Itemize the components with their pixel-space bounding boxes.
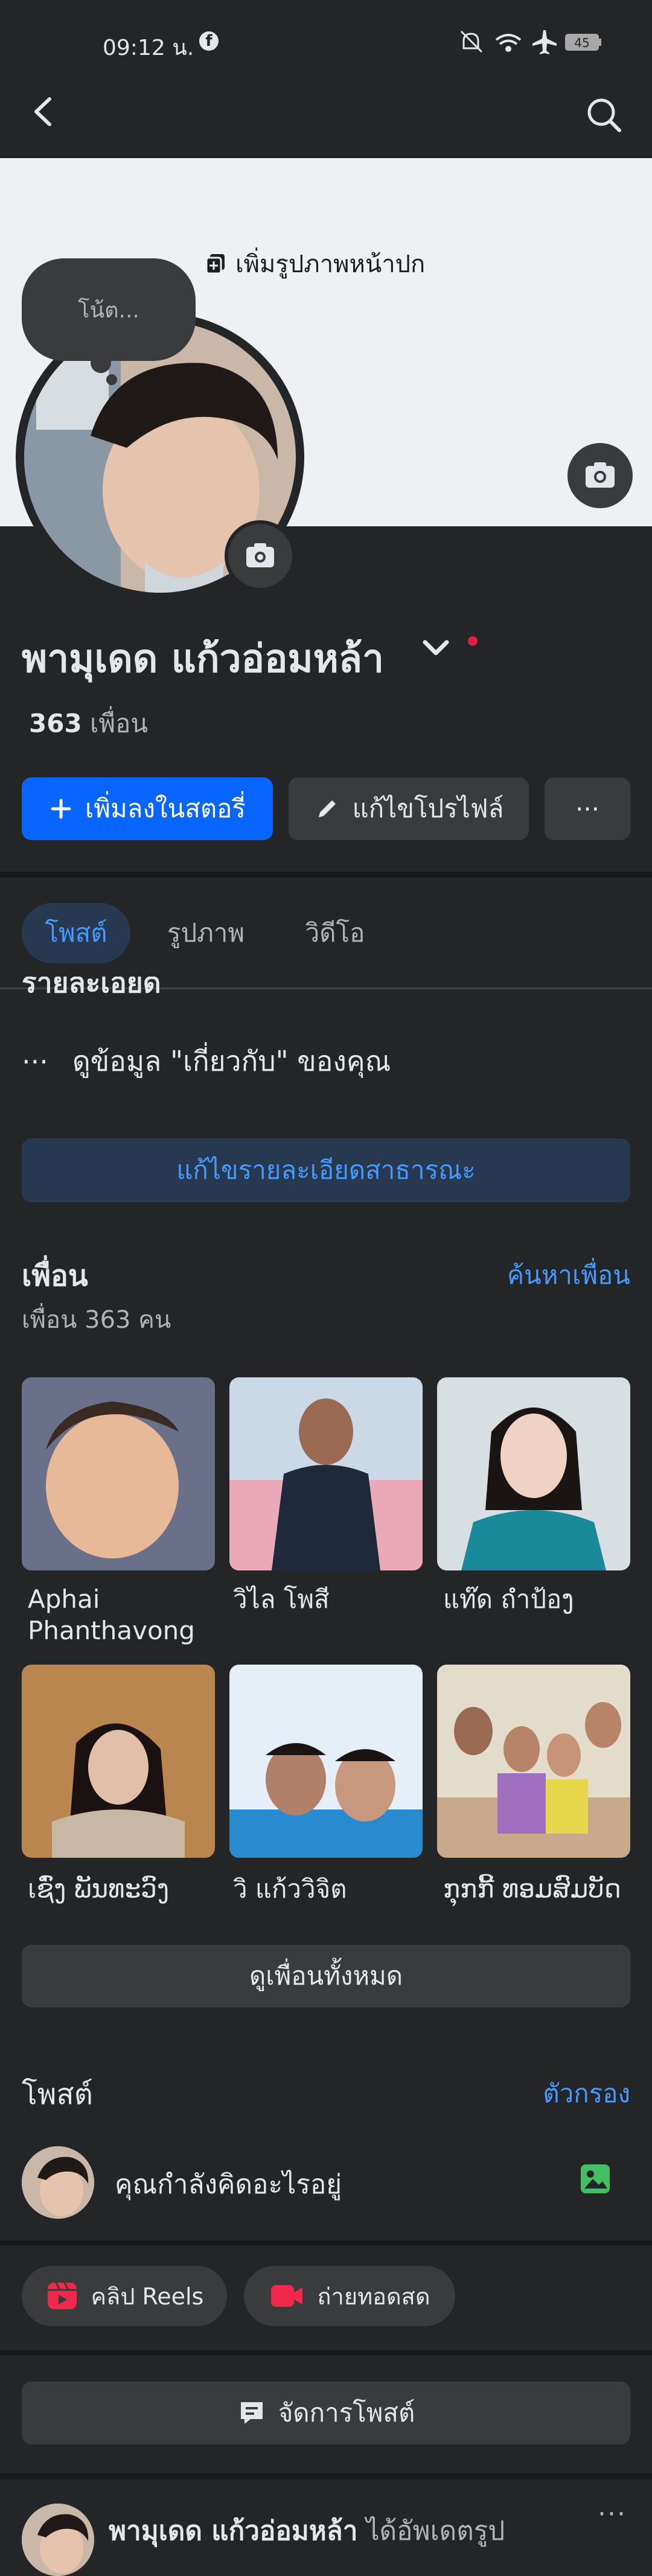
edit-public-details-label: แก้ไขรายละเอียดสาธารณะ [176,1155,476,1185]
composer-input[interactable]: คุณกำลังคิดอะไรอยู่ [115,2163,342,2205]
friends-count: 363 [29,709,82,738]
live-button[interactable]: ถ่ายทอดสด [244,2266,455,2326]
manage-posts-icon [240,2402,263,2424]
reels-icon [47,2282,77,2309]
about-label: ดูข้อมูล "เกี่ยวกับ" ของคุณ [72,1045,391,1077]
profile-name: พามุเดด แก้วอ่อมหล้า [22,637,384,681]
cover-camera-button[interactable] [565,441,635,511]
friend-photo[interactable] [437,1665,630,1858]
note-placeholder: โน้ต... [78,298,139,323]
add-cover-label: เพิ่มรูปภาพหน้าปก [235,250,426,278]
manage-posts-label: จัดการโพสต์ [278,2398,415,2428]
edit-public-details-button[interactable]: แก้ไขรายละเอียดสาธารณะ [22,1138,630,1202]
tab-photos[interactable]: รูปภาพ [149,903,263,963]
filter-link[interactable]: ตัวกรอง [543,2074,630,2114]
camera-icon [586,462,615,488]
section-divider [0,2240,652,2245]
post-author-name[interactable]: พามุเดด แก้วอ่อมหล้า [109,2516,357,2546]
more-options-label: ··· [575,794,600,824]
edit-profile-button[interactable]: แก้ไขโปรไฟล์ [289,777,529,840]
live-label: ถ่ายทอดสด [317,2283,430,2310]
manage-posts-button[interactable]: จัดการโพสต์ [22,2382,630,2444]
notification-dot [468,636,478,646]
post-author-avatar[interactable] [22,2504,94,2576]
airplane-icon [532,30,557,54]
mute-icon [460,30,483,53]
post-action-text: ได้อัพเดตรูป [357,2516,505,2546]
status-icons: 45 [460,30,601,54]
about-row[interactable]: ··· ดูข้อมูล "เกี่ยวกับ" ของคุณ [22,1039,391,1083]
add-cover-photo-button[interactable]: เพิ่มรูปภาพหน้าปก [205,244,425,283]
tab-videos-label: วิดีโอ [305,918,365,948]
friend-name[interactable]: วิ แก้ววิจิต [233,1873,426,1905]
friend-photo[interactable] [437,1377,630,1570]
section-divider [0,872,652,878]
friends-count-text: เพื่อน 363 คน [22,1306,171,1334]
status-time: 09:12 น. [103,36,194,60]
post-header[interactable]: พามุเดด แก้วอ่อมหล้า ได้อัพเดตรูป [109,2510,505,2552]
friend-photo[interactable] [229,1665,423,1858]
wifi-icon [495,34,522,52]
find-friends-link[interactable]: ค้นหาเพื่อน [507,1255,630,1295]
friend-photo[interactable] [22,1665,215,1858]
more-options-button[interactable]: ··· [545,777,630,840]
add-to-story-button[interactable]: เพิ่มลงในสตอรี่ [22,777,273,840]
pencil-icon [318,800,336,817]
avatar-camera-button[interactable] [225,520,296,591]
photo-icon[interactable] [578,2162,612,2196]
tab-posts-label: โพสต์ [45,918,107,948]
chevron-down-icon[interactable] [419,631,453,665]
friend-name[interactable]: เຊົ່ງ ພັນທະວົງ [28,1873,221,1905]
back-icon[interactable] [22,91,64,133]
friend-photo[interactable] [229,1377,423,1570]
see-all-friends-label: ดูเพื่อนทั้งหมด [249,1961,403,1991]
friends-title: เพื่อน [22,1259,88,1293]
camera-icon [246,543,274,567]
reels-label: คลิป Reels [91,2283,204,2310]
add-photo-icon [205,254,225,275]
friends-suffix: เพื่อน [90,709,149,738]
friend-name[interactable]: วิไล โพสี [233,1584,426,1615]
reels-button[interactable]: คลิป Reels [22,2266,227,2326]
plus-icon [51,799,71,819]
section-divider [0,2473,652,2479]
friends-count-line[interactable]: 363 เพื่อน [29,704,148,744]
friend-name[interactable]: ກຸກກີ້ ທອມສົມບັດ [443,1873,636,1905]
section-divider [0,2350,652,2355]
tab-posts[interactable]: โพสต์ [22,903,130,963]
search-icon[interactable] [580,91,628,139]
tab-videos[interactable]: วิดีโอ [284,903,386,963]
friend-photo[interactable] [22,1377,215,1570]
note-tail [106,374,117,385]
add-to-story-label: เพิ่มลงในสตอรี่ [85,794,246,823]
battery-level: 45 [574,36,589,50]
composer-avatar[interactable] [22,2146,94,2219]
note-tail [91,352,111,373]
edit-profile-label: แก้ไขโปรไฟล์ [352,794,504,823]
posts-title: โพสต์ [22,2077,93,2111]
battery-icon: 45 [565,34,601,51]
friend-name[interactable]: แท๊ด ถำป้อງ [443,1584,636,1615]
friend-name[interactable]: Aphai Phanthavong [28,1584,221,1647]
tab-photos-label: รูปภาพ [167,918,245,948]
see-all-friends-button[interactable]: ดูเพื่อนทั้งหมด [22,1945,630,2007]
facebook-notification-icon: f [199,31,219,51]
note-bubble[interactable]: โน้ต... [22,258,196,361]
post-more-icon[interactable]: ··· [598,2499,627,2530]
details-heading: รายละเอียด [22,977,161,999]
live-video-icon [271,2285,303,2307]
more-dots-icon: ··· [22,1045,48,1078]
